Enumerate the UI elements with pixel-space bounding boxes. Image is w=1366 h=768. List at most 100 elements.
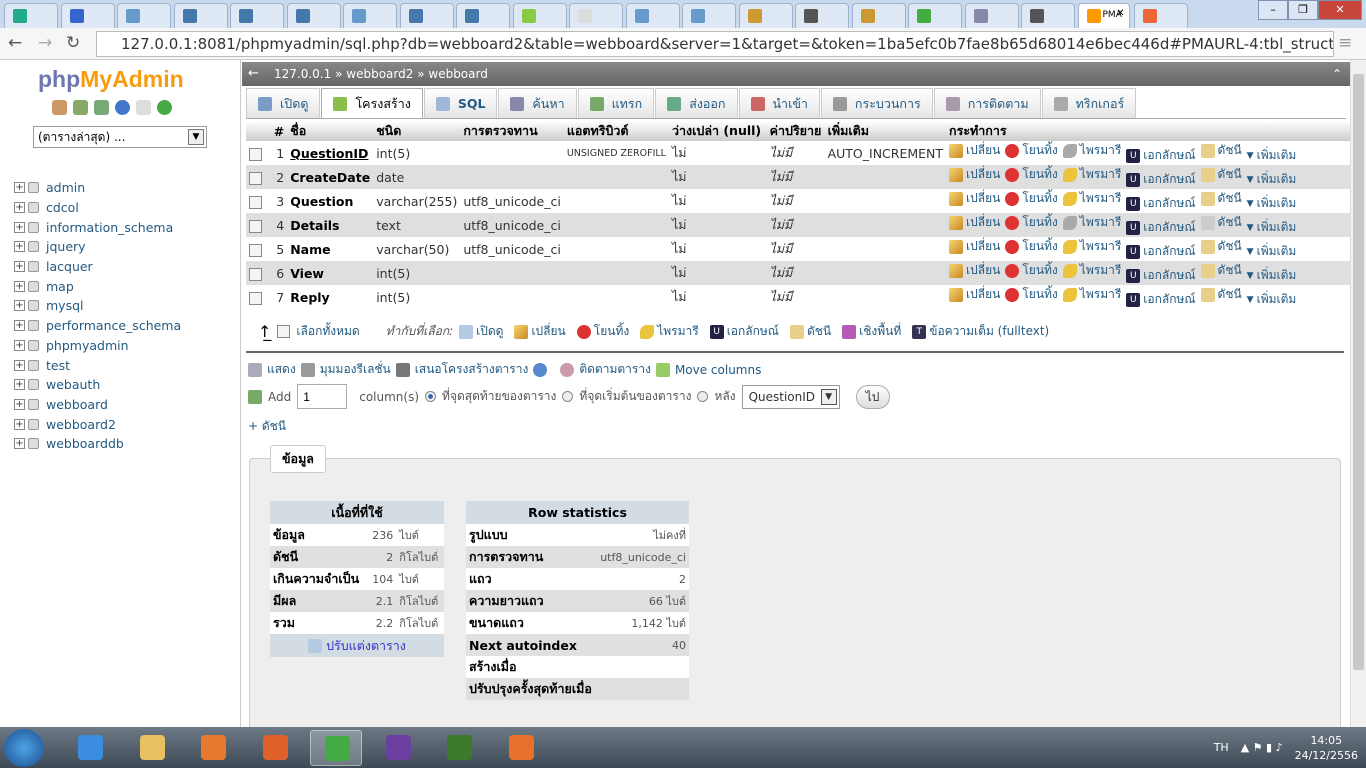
db-name[interactable]: performance_schema (46, 318, 181, 333)
bulk-browse[interactable]: เปิดดู (476, 322, 503, 341)
column-header[interactable]: ค่าปริยาย (766, 121, 825, 141)
db-item[interactable]: + test (14, 355, 181, 375)
after-field-select[interactable]: QuestionID ▼ (741, 384, 840, 409)
column-header[interactable]: การตรวจทาน (460, 121, 564, 141)
column-header[interactable]: ชนิด (373, 121, 461, 141)
db-item[interactable]: + map (14, 276, 181, 296)
maximize-button[interactable]: ❐ (1288, 0, 1318, 20)
browser-tab[interactable] (399, 3, 454, 28)
action-more[interactable]: ▼ เพิ่มเติม (1247, 170, 1297, 189)
browser-tab[interactable] (795, 3, 849, 28)
at-end-label[interactable]: ที่จุดสุดท้ายของตาราง (442, 387, 556, 406)
expand-icon[interactable]: + (14, 300, 25, 312)
docs-icon[interactable] (136, 100, 151, 115)
bulk-primary[interactable]: ไพรมารี (657, 322, 698, 341)
column-header[interactable]: กระทำการ (946, 121, 1350, 141)
db-item[interactable]: + webboarddb (14, 434, 181, 454)
action-more[interactable]: ▼ เพิ่มเติม (1247, 266, 1297, 285)
help-icon[interactable] (115, 100, 130, 115)
browser-tab[interactable] (117, 3, 171, 28)
tab-structure[interactable]: โครงสร้าง (321, 88, 423, 118)
back-icon[interactable]: ← (8, 33, 22, 53)
db-item[interactable]: + performance_schema (14, 316, 181, 336)
taskbar-app[interactable] (372, 730, 424, 766)
db-name[interactable]: webauth (46, 377, 100, 392)
db-item[interactable]: + information_schema (14, 217, 181, 237)
tab-import[interactable]: นำเข้า (738, 88, 820, 118)
expand-icon[interactable]: + (14, 261, 25, 273)
action-index[interactable]: ดัชนี (1200, 261, 1242, 280)
help-icon[interactable] (533, 362, 548, 377)
column-header[interactable]: ว่างเปล่า (null) (668, 121, 767, 141)
browser-tab[interactable] (569, 3, 623, 28)
browser-tab[interactable] (908, 3, 962, 28)
collapse-nav-icon[interactable]: ← (248, 62, 259, 86)
browser-tab[interactable] (173, 3, 228, 28)
action-primary[interactable]: ไพรมารี (1062, 285, 1121, 304)
db-item[interactable]: + webauth (14, 375, 181, 395)
reload-icon[interactable]: ↻ (66, 33, 80, 53)
db-item[interactable]: + webboard2 (14, 414, 181, 434)
action-drop[interactable]: โยนทิ้ง (1005, 237, 1058, 256)
tab-browse[interactable]: เปิดดู (246, 88, 321, 118)
db-name[interactable]: webboarddb (46, 436, 124, 451)
at-end-radio[interactable] (425, 391, 437, 402)
tab-insert[interactable]: แทรก (577, 88, 655, 118)
db-name[interactable]: admin (46, 180, 85, 195)
expand-icon[interactable]: + (14, 418, 25, 430)
expand-icon[interactable]: + (14, 221, 25, 233)
action-change[interactable]: เปลี่ยน (949, 189, 1000, 208)
db-item[interactable]: + admin (14, 178, 181, 198)
start-button[interactable] (4, 729, 44, 767)
db-name[interactable]: jquery (46, 239, 86, 254)
browser-tab[interactable] (625, 3, 680, 28)
row-checkbox[interactable] (249, 219, 262, 233)
browser-tab[interactable] (60, 3, 115, 28)
check-all-checkbox[interactable] (277, 325, 291, 338)
action-primary[interactable]: ไพรมารี (1062, 237, 1121, 256)
action-change[interactable]: เปลี่ยน (949, 165, 1000, 184)
optimize-table-link[interactable]: ปรับแต่งตาราง (270, 634, 444, 657)
row-checkbox[interactable] (249, 147, 262, 161)
browser-tab[interactable] (964, 3, 1019, 28)
browser-tab[interactable] (456, 3, 510, 28)
propose-structure-link[interactable]: เสนอโครงสร้างตาราง (415, 360, 529, 379)
exit-icon[interactable] (73, 100, 88, 115)
row-checkbox[interactable] (249, 291, 262, 305)
action-unique[interactable]: U เอกลักษณ์ (1126, 194, 1196, 213)
taskbar-dreamweaver[interactable] (433, 730, 485, 766)
action-primary[interactable]: ไพรมารี (1062, 165, 1121, 184)
action-index[interactable]: ดัชนี (1200, 237, 1242, 256)
db-name[interactable]: information_schema (46, 220, 173, 235)
query-window-icon[interactable] (94, 100, 109, 115)
after-radio[interactable] (697, 391, 709, 402)
menu-icon[interactable]: ≡ (1338, 33, 1352, 53)
action-drop[interactable]: โยนทิ้ง (1005, 165, 1058, 184)
scrollbar-thumb[interactable] (1353, 74, 1364, 670)
column-count-input[interactable] (297, 384, 348, 409)
after-label[interactable]: หลัง (714, 387, 735, 406)
browser-tab[interactable] (851, 3, 906, 28)
refresh-icon[interactable] (157, 100, 172, 115)
browser-tab[interactable]: PMA ✕ (1077, 3, 1130, 28)
expand-icon[interactable]: + (14, 280, 25, 292)
action-drop[interactable]: โยนทิ้ง (1005, 141, 1058, 160)
db-item[interactable]: + webboard (14, 395, 181, 415)
taskbar-media[interactable] (187, 730, 239, 766)
browser-tab[interactable] (230, 3, 284, 28)
at-start-label[interactable]: ที่จุดเริ่มต้นของตาราง (579, 387, 691, 406)
action-index[interactable]: ดัชนี (1200, 141, 1242, 160)
db-name[interactable]: cdcol (46, 200, 79, 215)
action-primary[interactable]: ไพรมารี (1062, 261, 1121, 280)
clock[interactable]: 14:05 24/12/2556 (1295, 733, 1358, 763)
print-view-link[interactable]: แสดง (267, 360, 296, 379)
close-tab-icon[interactable]: ✕ (1116, 8, 1124, 19)
db-item[interactable]: + mysql (14, 296, 181, 316)
action-unique[interactable]: U เอกลักษณ์ (1126, 218, 1196, 237)
db-name[interactable]: lacquer (46, 259, 93, 274)
taskbar-chrome[interactable] (310, 730, 362, 766)
row-checkbox[interactable] (249, 171, 262, 185)
tab-trigger[interactable]: ทริกเกอร์ (1041, 88, 1137, 118)
action-change[interactable]: เปลี่ยน (949, 285, 1000, 304)
bulk-fulltext[interactable]: ข้อความเต็ม (fulltext) (929, 322, 1049, 341)
